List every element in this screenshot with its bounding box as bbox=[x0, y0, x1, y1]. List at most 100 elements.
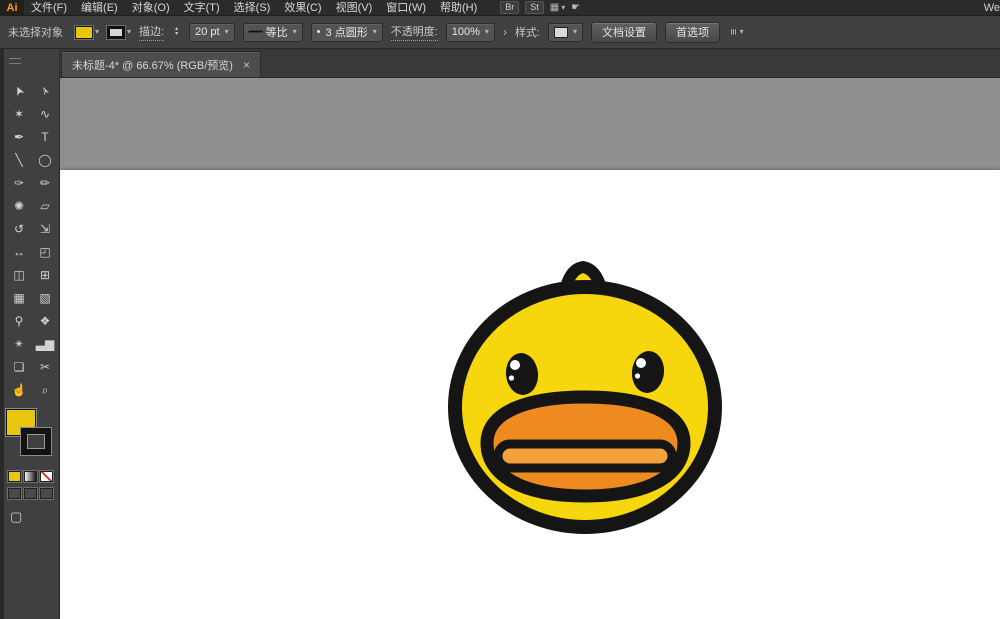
chevron-down-icon[interactable]: ▾ bbox=[373, 28, 377, 36]
control-bar: 未选择对象 ▾ ▾ 描边: ▴ ▾ 20 pt ▾ ━━━ 等比 ▾ • 3 点… bbox=[0, 16, 1000, 49]
direct-selection-tool[interactable]: ➢ bbox=[32, 79, 58, 102]
document-setup-button[interactable]: 文档设置 bbox=[591, 22, 657, 43]
blob-brush-tool[interactable]: ✺ bbox=[6, 194, 32, 217]
magic-wand-tool[interactable]: ✶ bbox=[6, 102, 32, 125]
chevron-down-icon[interactable]: ▾ bbox=[225, 28, 229, 36]
draw-inside-button[interactable] bbox=[40, 488, 53, 499]
magic-wand-tool-icon: ✶ bbox=[14, 108, 24, 120]
column-graph-tool[interactable]: ▃▆ bbox=[32, 332, 58, 355]
fill-color-control[interactable]: ▾ bbox=[75, 26, 99, 39]
tab-close-icon[interactable]: × bbox=[243, 58, 250, 72]
mesh-tool[interactable]: ▦ bbox=[6, 286, 32, 309]
paintbrush-tool-icon: ✑ bbox=[14, 177, 24, 189]
stock-button[interactable]: St bbox=[525, 1, 544, 14]
pen-tool[interactable]: ✒ bbox=[6, 125, 32, 148]
menu-file[interactable]: 文件(F) bbox=[24, 0, 74, 16]
toolbar-grip[interactable] bbox=[4, 49, 59, 79]
menu-object[interactable]: 对象(O) bbox=[125, 0, 177, 16]
zoom-tool-icon: ⌕ bbox=[42, 384, 49, 396]
chevron-down-icon[interactable]: ▾ bbox=[485, 28, 489, 36]
selection-tool[interactable]: ➤ bbox=[6, 79, 32, 102]
menu-help[interactable]: 帮助(H) bbox=[433, 0, 484, 16]
menu-select[interactable]: 选择(S) bbox=[227, 0, 278, 16]
style-dropdown[interactable]: ▾ bbox=[548, 23, 583, 42]
gradient-tool[interactable]: ▧ bbox=[32, 286, 58, 309]
none-button[interactable] bbox=[40, 471, 53, 482]
slice-tool[interactable]: ✂ bbox=[32, 355, 58, 378]
hand-tool[interactable]: ☝ bbox=[6, 378, 32, 401]
eye-highlight bbox=[510, 360, 520, 370]
fill-stroke-indicator bbox=[4, 407, 59, 465]
free-transform-tool[interactable]: ◰ bbox=[32, 240, 58, 263]
workspace-switcher[interactable]: ▦ ▾ bbox=[550, 0, 565, 16]
symbol-sprayer-tool[interactable]: ✴ bbox=[6, 332, 32, 355]
bridge-button[interactable]: Br bbox=[500, 1, 519, 14]
column-graph-tool-icon: ▃▆ bbox=[36, 338, 54, 350]
shape-builder-tool[interactable]: ◫ bbox=[6, 263, 32, 286]
rotate-tool-icon: ↺ bbox=[14, 223, 24, 235]
stroke-color-control[interactable]: ▾ bbox=[107, 26, 131, 39]
draw-normal-button[interactable] bbox=[8, 488, 21, 499]
chevron-down-icon[interactable]: ▾ bbox=[293, 28, 297, 36]
tools-grid: ➤➢ ✶ ∿ ✒ T ╲ ◯ ✑ ✏✺ ▱ ↺ ⇲↔◰ ◫ ⊞ ▦ ▧⚲❖✴ ▃▆ ❏✂ ☝ ⌕ bbox=[4, 79, 59, 401]
stroke-weight-field[interactable]: 20 pt ▾ bbox=[189, 23, 234, 42]
menu-type[interactable]: 文字(T) bbox=[177, 0, 227, 16]
workspace-label-partial: We bbox=[984, 0, 1000, 16]
duck-mouth-slit bbox=[498, 444, 672, 468]
opacity-options-icon[interactable]: › bbox=[503, 25, 507, 39]
brush-definition-dropdown[interactable]: • 3 点圆形 ▾ bbox=[311, 23, 383, 42]
canvas-area[interactable] bbox=[60, 78, 1000, 619]
document-tab[interactable]: 未标题-4* @ 66.67% (RGB/预览) × bbox=[61, 51, 261, 77]
mesh-tool-icon: ▦ bbox=[13, 292, 24, 304]
type-tool[interactable]: T bbox=[32, 125, 58, 148]
duck-artwork[interactable] bbox=[415, 240, 755, 570]
shape-builder-tool-icon: ◫ bbox=[13, 269, 24, 281]
color-button[interactable] bbox=[8, 471, 21, 482]
ellipse-tool[interactable]: ◯ bbox=[32, 148, 58, 171]
line-segment-tool[interactable]: ╲ bbox=[6, 148, 32, 171]
zoom-tool[interactable]: ⌕ bbox=[32, 378, 58, 401]
draw-behind-button[interactable] bbox=[24, 488, 37, 499]
pen-tool-icon: ✒ bbox=[14, 131, 24, 143]
menu-edit[interactable]: 编辑(E) bbox=[74, 0, 125, 16]
eraser-tool-icon: ▱ bbox=[40, 200, 49, 212]
chevron-down-icon[interactable]: ▾ bbox=[739, 28, 743, 36]
eyedropper-tool[interactable]: ⚲ bbox=[6, 309, 32, 332]
chevron-down-icon[interactable]: ▾ bbox=[95, 28, 99, 36]
menu-effect[interactable]: 效果(C) bbox=[277, 0, 328, 16]
chevron-down-icon[interactable]: ▾ bbox=[573, 28, 577, 36]
pencil-tool[interactable]: ✏ bbox=[32, 171, 58, 194]
hand-tool-icon: ☝ bbox=[12, 384, 27, 396]
screen-mode-button[interactable]: ▢ bbox=[10, 509, 59, 525]
stroke-weight-stepper[interactable]: ▴ ▾ bbox=[172, 27, 181, 37]
scale-tool[interactable]: ⇲ bbox=[32, 217, 58, 240]
rotate-tool[interactable]: ↺ bbox=[6, 217, 32, 240]
align-options[interactable]: ≡ ▾ bbox=[730, 26, 743, 38]
share-icon[interactable]: ☛ bbox=[571, 0, 580, 16]
menu-window[interactable]: 窗口(W) bbox=[379, 0, 433, 16]
width-tool[interactable]: ↔ bbox=[6, 240, 32, 263]
lasso-tool[interactable]: ∿ bbox=[32, 102, 58, 125]
stroke-weight-label[interactable]: 描边: bbox=[139, 23, 164, 41]
color-type-buttons bbox=[4, 471, 59, 482]
fill-swatch[interactable] bbox=[75, 26, 93, 39]
preferences-button[interactable]: 首选项 bbox=[665, 22, 720, 43]
opacity-label[interactable]: 不透明度: bbox=[391, 23, 438, 41]
eraser-tool[interactable]: ▱ bbox=[32, 194, 58, 217]
app-logo-icon[interactable]: Ai bbox=[0, 0, 24, 16]
stepper-down-icon[interactable]: ▾ bbox=[172, 32, 181, 37]
artboard-tool[interactable]: ❏ bbox=[6, 355, 32, 378]
gradient-button[interactable] bbox=[24, 471, 37, 482]
perspective-grid-tool[interactable]: ⊞ bbox=[32, 263, 58, 286]
stroke-swatch[interactable] bbox=[107, 26, 125, 39]
line-segment-tool-icon: ╲ bbox=[15, 154, 22, 166]
blend-tool[interactable]: ❖ bbox=[32, 309, 58, 332]
opacity-dropdown[interactable]: 100% ▾ bbox=[446, 23, 495, 42]
menu-view[interactable]: 视图(V) bbox=[329, 0, 380, 16]
paintbrush-tool[interactable]: ✑ bbox=[6, 171, 32, 194]
eye-highlight bbox=[509, 375, 514, 380]
chevron-down-icon[interactable]: ▾ bbox=[127, 28, 131, 36]
drawing-mode-buttons bbox=[4, 488, 59, 499]
stroke-color-indicator[interactable] bbox=[21, 428, 51, 455]
width-profile-dropdown[interactable]: ━━━ 等比 ▾ bbox=[243, 23, 303, 42]
